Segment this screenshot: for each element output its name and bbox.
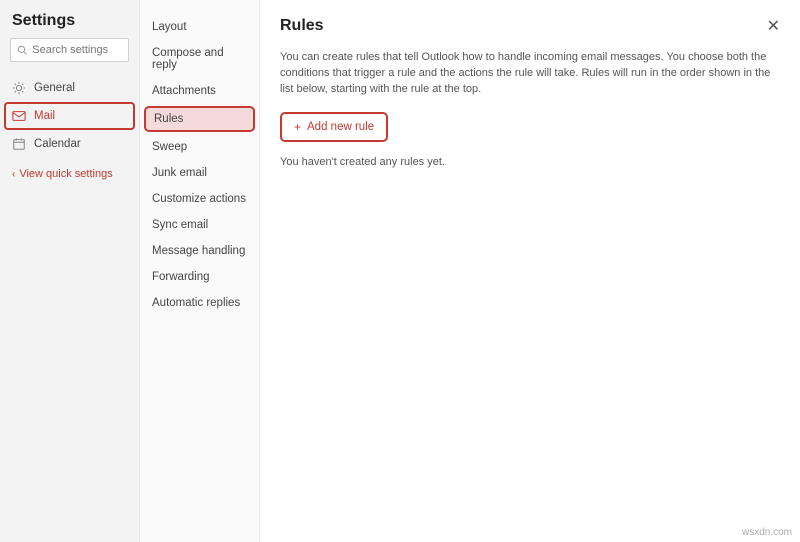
watermark-text: wsxdn.com — [742, 527, 792, 538]
mid-item-rules[interactable]: Rules — [144, 106, 255, 132]
mid-item-junk[interactable]: Junk email — [140, 160, 259, 186]
mid-item-layout[interactable]: Layout — [140, 14, 259, 40]
quick-settings-label: View quick settings — [19, 168, 112, 180]
close-icon[interactable]: ✕ — [767, 16, 780, 36]
sidebar-item-general[interactable]: General — [0, 74, 139, 102]
add-new-rule-button[interactable]: + Add new rule — [280, 112, 388, 142]
add-rule-label: Add new rule — [307, 121, 374, 133]
mid-item-msghandling[interactable]: Message handling — [140, 238, 259, 264]
settings-sidebar: Settings General Mail Calendar ‹ View qu… — [0, 0, 140, 542]
mid-item-compose[interactable]: Compose and reply — [140, 40, 259, 78]
settings-title: Settings — [0, 8, 139, 38]
mid-item-customize[interactable]: Customize actions — [140, 186, 259, 212]
chevron-left-icon: ‹ — [12, 169, 15, 180]
sidebar-label-calendar: Calendar — [34, 138, 81, 150]
sidebar-item-calendar[interactable]: Calendar — [0, 130, 139, 158]
mid-item-attachments[interactable]: Attachments — [140, 78, 259, 104]
calendar-icon — [12, 137, 26, 151]
mid-item-autoreplies[interactable]: Automatic replies — [140, 290, 259, 316]
sidebar-item-mail[interactable]: Mail — [4, 102, 135, 130]
rules-description: You can create rules that tell Outlook h… — [280, 50, 780, 98]
view-quick-settings-link[interactable]: ‹ View quick settings — [0, 158, 139, 190]
mail-icon — [12, 109, 26, 123]
mid-item-forwarding[interactable]: Forwarding — [140, 264, 259, 290]
search-icon — [17, 44, 27, 56]
sidebar-label-mail: Mail — [34, 110, 55, 122]
empty-state-text: You haven't created any rules yet. — [280, 156, 780, 168]
sidebar-label-general: General — [34, 82, 75, 94]
gear-icon — [12, 81, 26, 95]
search-box[interactable] — [10, 38, 129, 62]
mid-item-sweep[interactable]: Sweep — [140, 134, 259, 160]
page-title: Rules — [280, 17, 324, 35]
search-input[interactable] — [32, 44, 122, 56]
mid-item-sync[interactable]: Sync email — [140, 212, 259, 238]
plus-icon: + — [294, 120, 301, 134]
mail-settings-sidebar: Layout Compose and reply Attachments Rul… — [140, 0, 260, 542]
main-panel: Rules ✕ You can create rules that tell O… — [260, 0, 800, 542]
